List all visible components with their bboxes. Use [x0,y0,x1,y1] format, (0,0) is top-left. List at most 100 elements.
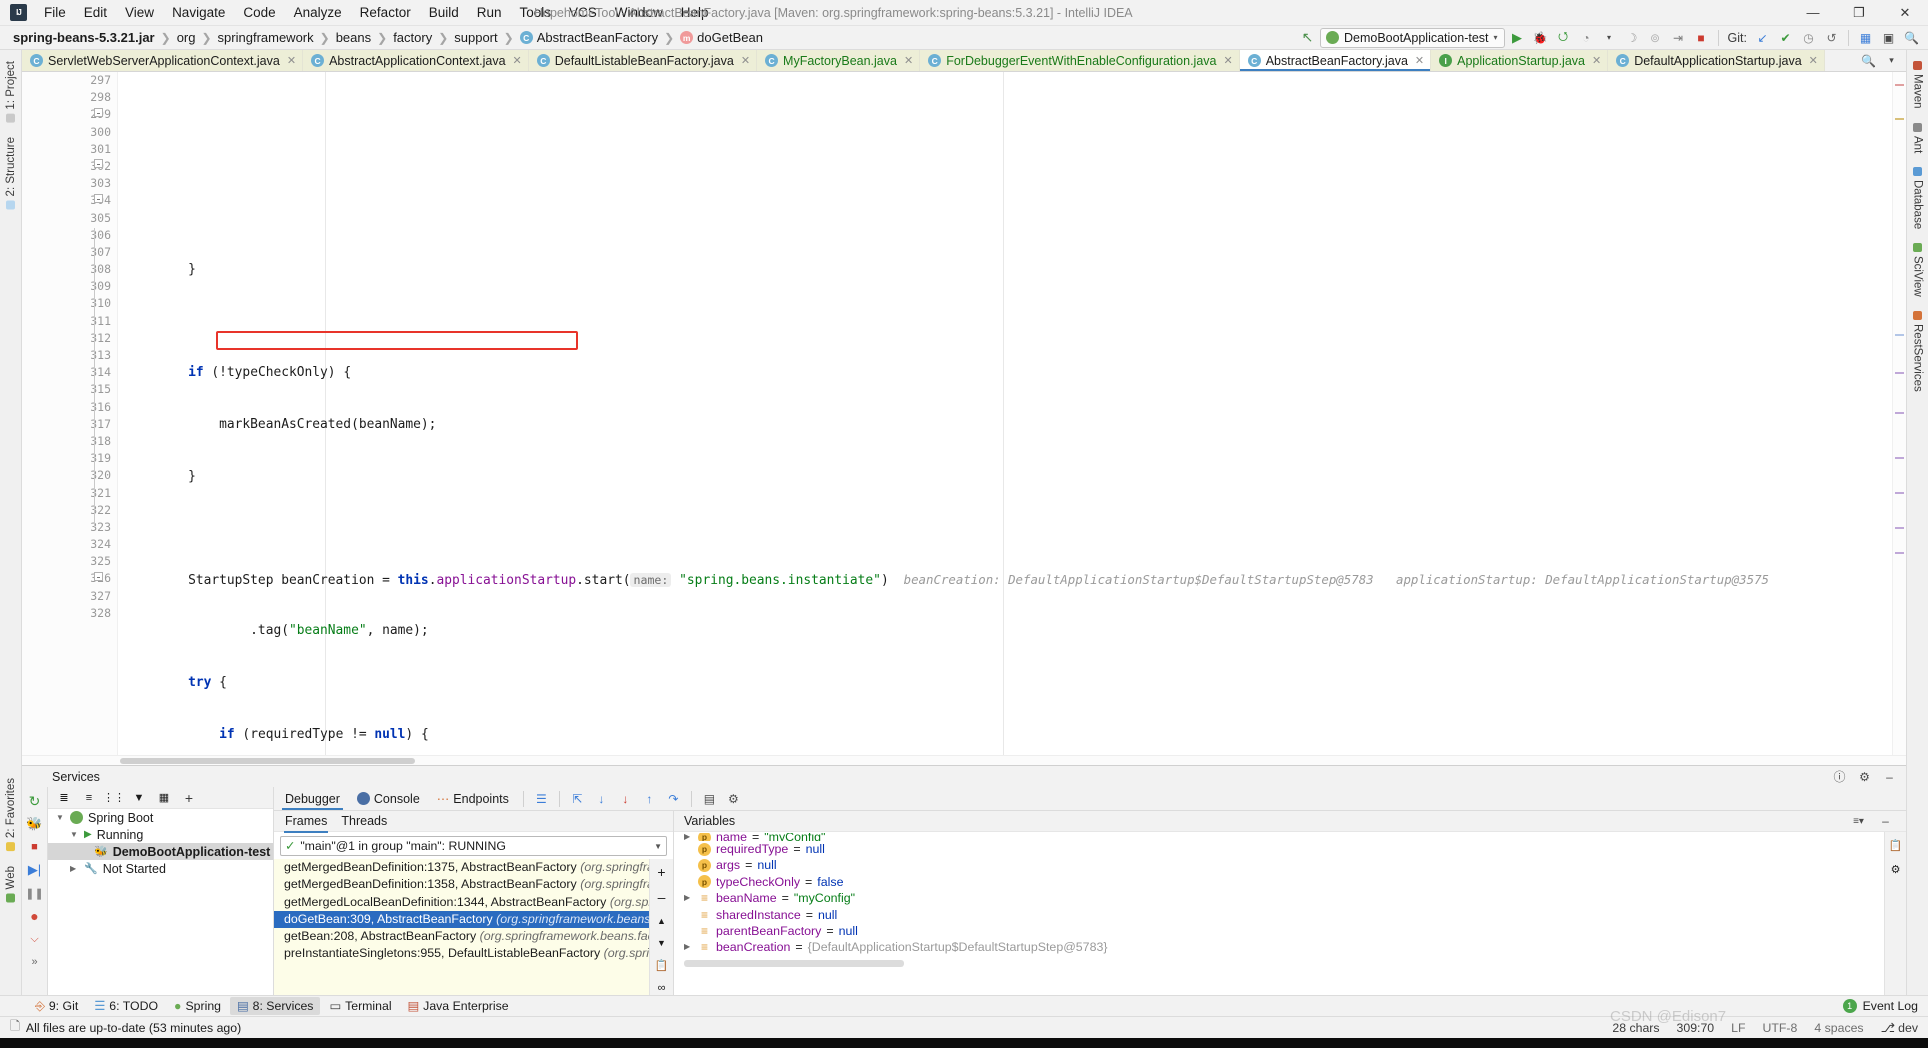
move-up-icon[interactable]: ▲ [654,914,670,928]
menu-view[interactable]: View [116,2,163,23]
event-log-area[interactable]: 1 Event Log [1842,999,1928,1013]
frames-list[interactable]: getMergedBeanDefinition:1375, AbstractBe… [274,859,649,995]
menu-navigate[interactable]: Navigate [163,2,234,23]
code-line[interactable]: } [118,261,1892,278]
help-icon[interactable]: ⓘ [1829,767,1850,787]
tab-servletwebserverapplicationcontext[interactable]: C ServletWebServerApplicationContext.jav… [22,50,304,71]
settings-icon[interactable]: ⚙ [1888,861,1904,877]
frame-row[interactable]: preInstantiateSingletons:955, DefaultLis… [274,945,649,962]
menu-file[interactable]: File [35,2,75,23]
menu-build[interactable]: Build [420,2,468,23]
search-everywhere-icon[interactable]: 🔍 [1901,28,1922,48]
code-editor[interactable]: 297 298 299 300 301 302 303 304 305 306 … [22,72,1906,755]
tree-item-running[interactable]: ▼ ▶ Running [48,826,273,843]
code-line[interactable]: markBeanAsCreated(beanName); [118,416,1892,433]
search-in-tabs-icon[interactable]: 🔍 [1858,51,1879,71]
chevron-down-icon[interactable]: ▾ [1599,28,1620,48]
tab-threads[interactable]: Threads [340,812,388,830]
menu-edit[interactable]: Edit [75,2,116,23]
sidebar-item-structure[interactable]: 2: Structure [2,130,20,216]
variable-row[interactable]: ▶ ≡ beanCreation = {DefaultApplicationStar… [674,939,1884,955]
fold-marker-icon[interactable] [94,194,103,203]
menu-help[interactable]: Help [672,2,718,23]
tree-item-not-started[interactable]: ▶ 🔧 Not Started [48,860,273,877]
evaluate-expression-icon[interactable]: ▤ [699,789,720,809]
stop-icon[interactable]: ■ [27,839,43,855]
variable-row[interactable]: ▶ ≡ beanName = "myConfig" [674,890,1884,906]
tab-defaultlistablebeanfactory[interactable]: C DefaultListableBeanFactory.java ✕ [528,50,758,71]
variable-row[interactable]: ≡ sharedInstance = null [674,907,1884,923]
add-watch-icon[interactable]: + [654,864,670,880]
tab-console[interactable]: Console [350,789,427,809]
status-caret-position[interactable]: 309:70 [1677,1021,1715,1035]
event-log-label[interactable]: Event Log [1863,999,1918,1013]
variable-row[interactable]: ▶ p name = "myConfig" [674,833,1884,841]
sidebar-item-favorites[interactable]: 2: Favorites [2,771,20,858]
close-icon[interactable]: ✕ [741,54,750,67]
sidebar-item-sciview[interactable]: SciView [1909,236,1927,304]
breadcrumb-item-beans[interactable]: beans [331,29,376,46]
variable-row[interactable]: ≡ parentBeanFactory = null [674,923,1884,939]
sidebar-item-maven[interactable]: Maven [1909,54,1927,116]
menu-refactor[interactable]: Refactor [351,2,420,23]
variable-row[interactable]: p typeCheckOnly = false [674,874,1884,890]
hide-icon[interactable]: – [1875,811,1896,831]
status-line-separator[interactable]: LF [1731,1021,1745,1035]
editor-marker-bar[interactable] [1892,72,1906,755]
tab-abstractapplicationcontext[interactable]: C AbstractApplicationContext.java ✕ [303,50,529,71]
maximize-button[interactable]: ❐ [1836,0,1882,26]
variable-row[interactable]: p args = null [674,857,1884,873]
menu-vcs[interactable]: VCS [560,2,606,23]
tabs-overflow-icon[interactable]: ▾ [1881,51,1902,71]
breadcrumb-item-jar[interactable]: spring-beans-5.3.21.jar [8,29,160,46]
rerun-icon[interactable]: ↻ [27,793,43,809]
code-line[interactable] [118,519,1892,536]
run-coverage-icon[interactable]: ⭯ [1553,28,1574,48]
fold-marker-icon[interactable] [94,159,103,168]
bottom-tab-todo[interactable]: ☰ 6: TODO [87,997,165,1015]
fold-marker-icon[interactable] [94,108,103,117]
tree-item-spring-boot[interactable]: ▼ Spring Boot [48,809,273,826]
bottom-tab-java-enterprise[interactable]: ▤ Java Enterprise [401,997,516,1015]
breadcrumb-item-class[interactable]: C AbstractBeanFactory [515,29,663,46]
pause-icon[interactable]: ❚❚ [25,885,43,901]
tab-endpoints[interactable]: ⋯ Endpoints [430,788,516,809]
chevron-down-icon[interactable]: ▼ [654,842,662,851]
tab-myfactorybean[interactable]: C MyFactoryBean.java ✕ [757,50,921,71]
group-icon[interactable]: ⋮⋮ [103,790,125,806]
settings-icon[interactable]: ≡▾ [1848,811,1869,831]
status-encoding[interactable]: UTF-8 [1763,1021,1798,1035]
tab-defaultapplicationstartup[interactable]: C DefaultApplicationStartup.java ✕ [1608,50,1825,71]
debug-icon[interactable]: 🐞 [1530,28,1551,48]
close-icon[interactable]: ✕ [904,54,913,67]
menu-run[interactable]: Run [468,2,511,23]
fold-marker-icon[interactable] [94,572,103,581]
bottom-tab-terminal[interactable]: ▭ Terminal [322,997,398,1015]
profile-icon[interactable]: ◔ [1576,28,1597,48]
add-icon[interactable]: + [181,790,197,806]
frame-row-selected[interactable]: doGetBean:309, AbstractBeanFactory (org.… [274,910,649,929]
chevron-down-icon[interactable]: ▼ [56,813,65,822]
menu-analyze[interactable]: Analyze [285,2,351,23]
close-icon[interactable]: ✕ [1223,54,1232,67]
status-indent[interactable]: 4 spaces [1814,1021,1863,1035]
code-line[interactable]: } [118,468,1892,485]
bottom-tab-services[interactable]: ▤ 8: Services [230,997,321,1015]
commit-icon[interactable]: ✔ [1775,28,1796,48]
project-structure-icon[interactable]: ▦ [1855,28,1876,48]
tab-frames[interactable]: Frames [284,812,329,833]
settings-icon[interactable]: ⚙ [723,789,744,809]
breadcrumb-item-springframework[interactable]: springframework [213,29,319,46]
step-out-icon[interactable]: ↑ [639,789,660,809]
copy-icon[interactable]: 📋 [654,959,670,973]
editor-gutter[interactable]: 297 298 299 300 301 302 303 304 305 306 … [22,72,118,755]
breakpoint-icon[interactable]: ● [27,908,43,924]
filter-icon[interactable]: ▼ [131,790,147,806]
sidebar-item-database[interactable]: Database [1909,160,1927,236]
code-text[interactable]: } if (!typeCheckOnly) { markBeanAsCreate… [118,72,1892,755]
hide-icon[interactable]: – [1879,767,1900,787]
code-line[interactable]: if (!typeCheckOnly) { [118,364,1892,381]
close-icon[interactable]: ✕ [513,54,522,67]
select-in-icon[interactable]: ▣ [1878,28,1899,48]
tree-item-demobootapplication-test[interactable]: 🐝 DemoBootApplication-test [48,843,273,860]
